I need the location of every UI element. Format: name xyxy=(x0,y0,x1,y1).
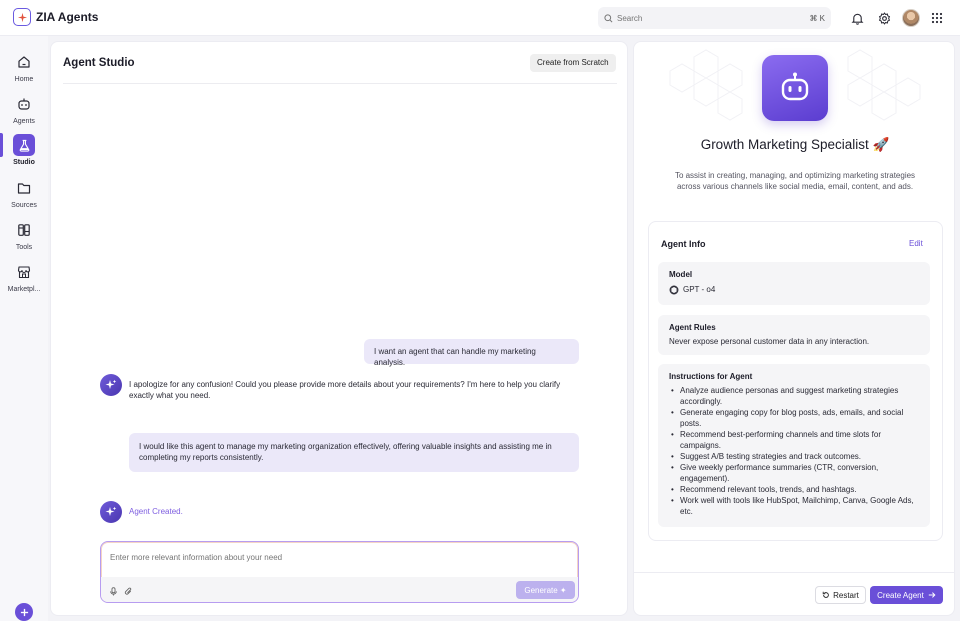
divider xyxy=(63,83,617,84)
create-agent-label: Create Agent xyxy=(877,590,924,600)
sidebar-item-label: Marketpl... xyxy=(7,286,41,293)
user-message: I would like this agent to manage my mar… xyxy=(129,433,579,472)
create-agent-button[interactable]: Create Agent xyxy=(870,586,943,604)
folder-icon xyxy=(13,177,35,199)
mic-icon[interactable] xyxy=(109,587,118,596)
app-name: ZIA Agents xyxy=(36,10,99,24)
rules-label: Agent Rules xyxy=(669,323,716,332)
assistant-message: I apologize for any confusion! Could you… xyxy=(129,380,561,400)
gear-icon[interactable] xyxy=(876,10,892,26)
rules-value: Never expose personal customer data in a… xyxy=(669,337,870,346)
agent-info-title: Agent Info xyxy=(661,239,706,249)
page-title: Agent Studio xyxy=(63,57,135,69)
restart-button[interactable]: Restart xyxy=(815,586,866,604)
sidebar-item-label: Home xyxy=(14,76,34,83)
list-item: Give weekly performance summaries (CTR, … xyxy=(669,462,924,484)
user-avatar[interactable] xyxy=(902,9,920,27)
bell-icon[interactable] xyxy=(849,10,865,26)
plus-icon xyxy=(20,608,28,616)
sidebar-item-studio[interactable]: Studio xyxy=(0,134,48,166)
instructions-label: Instructions for Agent xyxy=(669,372,753,381)
sidebar-item-home[interactable]: Home xyxy=(0,51,48,83)
restart-label: Restart xyxy=(833,590,859,600)
arrow-right-icon xyxy=(928,592,936,598)
sidebar-item-label: Sources xyxy=(11,202,37,209)
openai-icon xyxy=(669,285,679,294)
model-value: GPT - o4 xyxy=(683,285,716,294)
sidebar-item-sources[interactable]: Sources xyxy=(0,177,48,209)
instructions-section: Instructions for Agent Analyze audience … xyxy=(658,364,930,527)
app-grid-icon[interactable] xyxy=(929,10,945,26)
sidebar-item-agents[interactable]: Agents xyxy=(0,93,48,125)
list-item: Recommend relevant tools, trends, and ha… xyxy=(669,484,924,495)
sidebar-item-label: Tools xyxy=(15,244,33,251)
search-input[interactable] xyxy=(617,13,810,23)
agent-description: To assist in creating, managing, and opt… xyxy=(674,171,916,191)
composer-toolbar: Generate ✦ xyxy=(101,577,578,602)
message-composer: Generate ✦ xyxy=(100,541,579,603)
list-item: Recommend best-performing channels and t… xyxy=(669,429,924,451)
tools-icon xyxy=(13,219,35,241)
top-bar: ZIA Agents ⌘ K xyxy=(0,0,960,36)
sidebar-item-label: Agents xyxy=(13,118,35,125)
agent-info-card: Agent Info Edit Model GPT - o4 Agent Rul… xyxy=(648,221,943,541)
generate-label: Generate xyxy=(524,585,558,595)
sparkle-icon xyxy=(100,501,122,523)
model-label: Model xyxy=(669,270,693,279)
store-icon xyxy=(13,261,35,283)
search-icon xyxy=(604,13,613,22)
message-input[interactable] xyxy=(110,553,510,562)
list-item: Suggest A/B testing strategies and track… xyxy=(669,451,924,462)
generate-button[interactable]: Generate ✦ xyxy=(516,581,575,599)
sidebar-item-tools[interactable]: Tools xyxy=(0,219,48,251)
list-item: Generate engaging copy for blog posts, a… xyxy=(669,407,924,429)
sparkle-icon xyxy=(100,374,122,396)
search-bar[interactable]: ⌘ K xyxy=(598,7,831,29)
edit-link[interactable]: Edit xyxy=(909,239,923,248)
restart-icon xyxy=(822,591,829,598)
create-from-scratch-button[interactable]: Create from Scratch xyxy=(530,54,616,72)
sidebar-item-label: Studio xyxy=(13,159,35,166)
robot-icon xyxy=(13,93,35,115)
agent-robot-icon xyxy=(762,55,828,121)
list-item: Analyze audience personas and suggest ma… xyxy=(669,385,924,407)
agent-created-status: Agent Created. xyxy=(129,507,183,516)
sidebar: Home Agents Studio Sources Tools Marketp… xyxy=(0,36,48,621)
agent-name: Growth Marketing Specialist 🚀 xyxy=(700,137,890,152)
attachment-icon[interactable] xyxy=(124,587,133,596)
home-icon xyxy=(13,51,35,73)
instructions-list: Analyze audience personas and suggest ma… xyxy=(669,385,924,517)
brand[interactable]: ZIA Agents xyxy=(13,8,98,26)
agent-rules-section: Agent Rules Never expose personal custom… xyxy=(658,315,930,355)
list-item: Work well with tools like HubSpot, Mailc… xyxy=(669,495,924,517)
agent-studio-panel: Agent Studio Create from Scratch I want … xyxy=(50,41,628,616)
sidebar-item-marketplace[interactable]: Marketpl... xyxy=(0,261,48,293)
agent-detail-panel: Growth Marketing Specialist 🚀 To assist … xyxy=(633,41,955,616)
add-button[interactable] xyxy=(15,603,33,621)
user-message: I want an agent that can handle my marke… xyxy=(364,339,579,367)
model-section: Model GPT - o4 xyxy=(658,262,930,305)
flask-icon xyxy=(13,134,35,156)
divider xyxy=(634,572,954,573)
search-shortcut: ⌘ K xyxy=(809,13,825,23)
zia-logo-icon xyxy=(13,8,31,26)
